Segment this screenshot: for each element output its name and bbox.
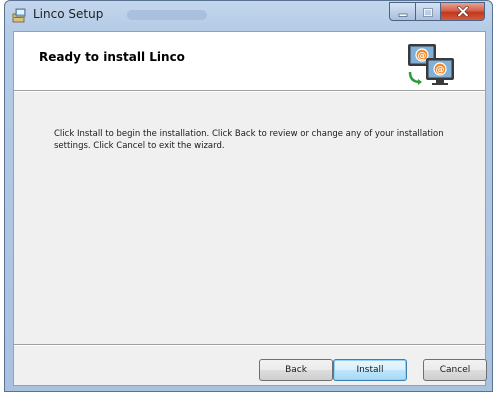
banner-divider bbox=[14, 90, 485, 92]
installer-package-icon bbox=[12, 7, 28, 23]
header-banner: Ready to install Linco @ @ bbox=[14, 32, 485, 90]
title-bar[interactable]: Linco Setup bbox=[5, 1, 492, 31]
install-button[interactable]: Install bbox=[333, 359, 407, 381]
svg-text:@: @ bbox=[436, 66, 445, 76]
window-title: Linco Setup bbox=[33, 7, 104, 21]
minimize-icon bbox=[398, 2, 408, 21]
setup-window: Linco Setup Ready to install Linco @ @ C… bbox=[4, 0, 493, 392]
maximize-icon bbox=[423, 2, 433, 21]
title-blurred-area bbox=[127, 10, 207, 20]
close-button[interactable] bbox=[440, 2, 485, 21]
maximize-button[interactable] bbox=[415, 2, 441, 21]
back-button[interactable]: Back bbox=[259, 359, 333, 381]
cancel-button[interactable]: Cancel bbox=[423, 359, 487, 381]
minimize-button[interactable] bbox=[389, 2, 416, 21]
dialog-content: Ready to install Linco @ @ Click Install… bbox=[13, 31, 487, 386]
instructions-text: Click Install to begin the installation.… bbox=[54, 129, 444, 151]
footer-divider bbox=[14, 344, 485, 346]
page-title: Ready to install Linco bbox=[39, 50, 185, 64]
computer-email-icon: @ @ bbox=[406, 42, 458, 88]
svg-text:@: @ bbox=[418, 52, 427, 62]
close-icon bbox=[456, 2, 469, 21]
